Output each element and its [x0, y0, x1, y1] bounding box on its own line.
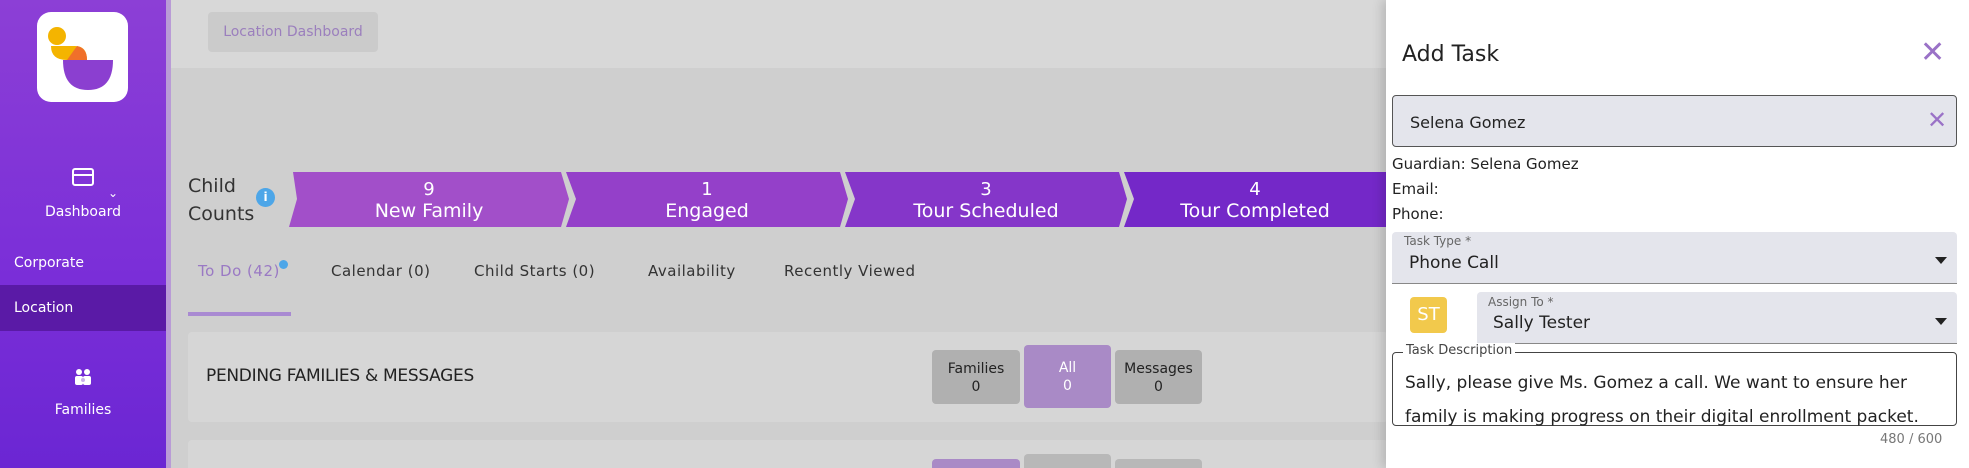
- filter-label: Families: [947, 361, 1005, 377]
- filter-count: 0: [1063, 378, 1072, 394]
- filter-count: 0: [971, 379, 981, 395]
- pending-title: PENDING FAMILIES & MESSAGES: [206, 366, 474, 386]
- filter-label: Messages: [1124, 361, 1193, 377]
- email-line: Email:: [1392, 180, 1439, 198]
- pipeline-count: 9: [423, 179, 435, 200]
- task-description-label: Task Description: [1403, 343, 1516, 358]
- pipeline-step-new-family[interactable]: 9 New Family: [289, 172, 569, 227]
- child-counts-line1: Child: [188, 175, 236, 197]
- filter-count: 0: [1154, 379, 1163, 395]
- tab-to-do[interactable]: To Do (42): [198, 262, 280, 280]
- pipeline-step-engaged[interactable]: 1 Engaged: [566, 172, 848, 227]
- task-type-label: Task Type *: [1404, 234, 1472, 248]
- character-counter: 480 / 600: [1880, 432, 1943, 447]
- child-counts-line2: Counts: [188, 203, 255, 225]
- nav-families[interactable]: Families: [0, 362, 166, 432]
- pipeline-label: Tour Scheduled: [913, 200, 1059, 222]
- notification-dot: [279, 260, 288, 269]
- clear-icon[interactable]: ✕: [1927, 108, 1947, 132]
- assign-to-value: Sally Tester: [1493, 313, 1591, 333]
- nav-dashboard-label: Dashboard: [45, 204, 121, 220]
- phone-line: Phone:: [1392, 205, 1444, 223]
- nav-corporate[interactable]: Corporate: [0, 240, 166, 286]
- pipeline-label: Tour Completed: [1180, 200, 1330, 222]
- pipeline-label: New Family: [374, 200, 484, 222]
- pipeline-step-tour-scheduled[interactable]: 3 Tour Scheduled: [845, 172, 1127, 227]
- task-type-value: Phone Call: [1409, 253, 1499, 273]
- next-card: [188, 440, 1388, 468]
- sidebar: ⌄ Dashboard Corporate Location Families: [0, 0, 166, 468]
- chevron-down-icon[interactable]: ⌄: [108, 186, 118, 200]
- pipeline-step-tour-completed[interactable]: 4 Tour Completed: [1124, 172, 1386, 227]
- caret-down-icon[interactable]: [1935, 318, 1947, 325]
- dashboard-icon: [72, 168, 94, 186]
- task-description-value: Sally, please give Ms. Gomez a call. We …: [1405, 373, 1919, 427]
- sidebar-divider: [166, 0, 171, 468]
- pipeline-count: 1: [701, 179, 713, 200]
- guardian-field-value: Selena Gomez: [1410, 113, 1526, 132]
- avatar: ST: [1410, 297, 1447, 333]
- active-tab-indicator: [188, 312, 291, 316]
- tab-child-starts[interactable]: Child Starts (0): [474, 262, 595, 280]
- tab-bar: To Do (42) Calendar (0) Child Starts (0)…: [188, 258, 1388, 318]
- guardian-line: Guardian: Selena Gomez: [1392, 155, 1579, 173]
- breadcrumb-location-dashboard[interactable]: Location Dashboard: [208, 12, 378, 52]
- app-logo[interactable]: [37, 12, 128, 102]
- tab-recently-viewed[interactable]: Recently Viewed: [784, 262, 916, 280]
- close-icon[interactable]: ✕: [1920, 38, 1945, 68]
- next-card-filter[interactable]: [1024, 454, 1111, 468]
- filter-messages-button[interactable]: Messages 0: [1115, 350, 1202, 404]
- tab-availability[interactable]: Availability: [648, 262, 736, 280]
- pipeline-label: Engaged: [665, 200, 749, 222]
- next-card-filter[interactable]: [1115, 459, 1202, 468]
- filter-label: All: [1058, 360, 1077, 376]
- child-counts-heading: Child Counts: [188, 172, 254, 228]
- filter-families-button[interactable]: Families 0: [932, 350, 1020, 404]
- panel-title: Add Task: [1402, 42, 1500, 67]
- info-icon[interactable]: i: [256, 188, 275, 207]
- caret-down-icon[interactable]: [1935, 257, 1947, 264]
- family-icon: [72, 367, 94, 394]
- next-card-filter[interactable]: [932, 459, 1020, 468]
- nav-families-label: Families: [54, 402, 112, 418]
- nav-location[interactable]: Location: [0, 285, 166, 331]
- pipeline-count: 4: [1249, 179, 1261, 200]
- tab-calendar[interactable]: Calendar (0): [331, 262, 430, 280]
- pipeline-count: 3: [980, 179, 992, 200]
- assign-to-label: Assign To *: [1488, 295, 1554, 309]
- nav-dashboard[interactable]: ⌄ Dashboard: [0, 160, 166, 230]
- filter-all-button[interactable]: All 0: [1024, 345, 1111, 408]
